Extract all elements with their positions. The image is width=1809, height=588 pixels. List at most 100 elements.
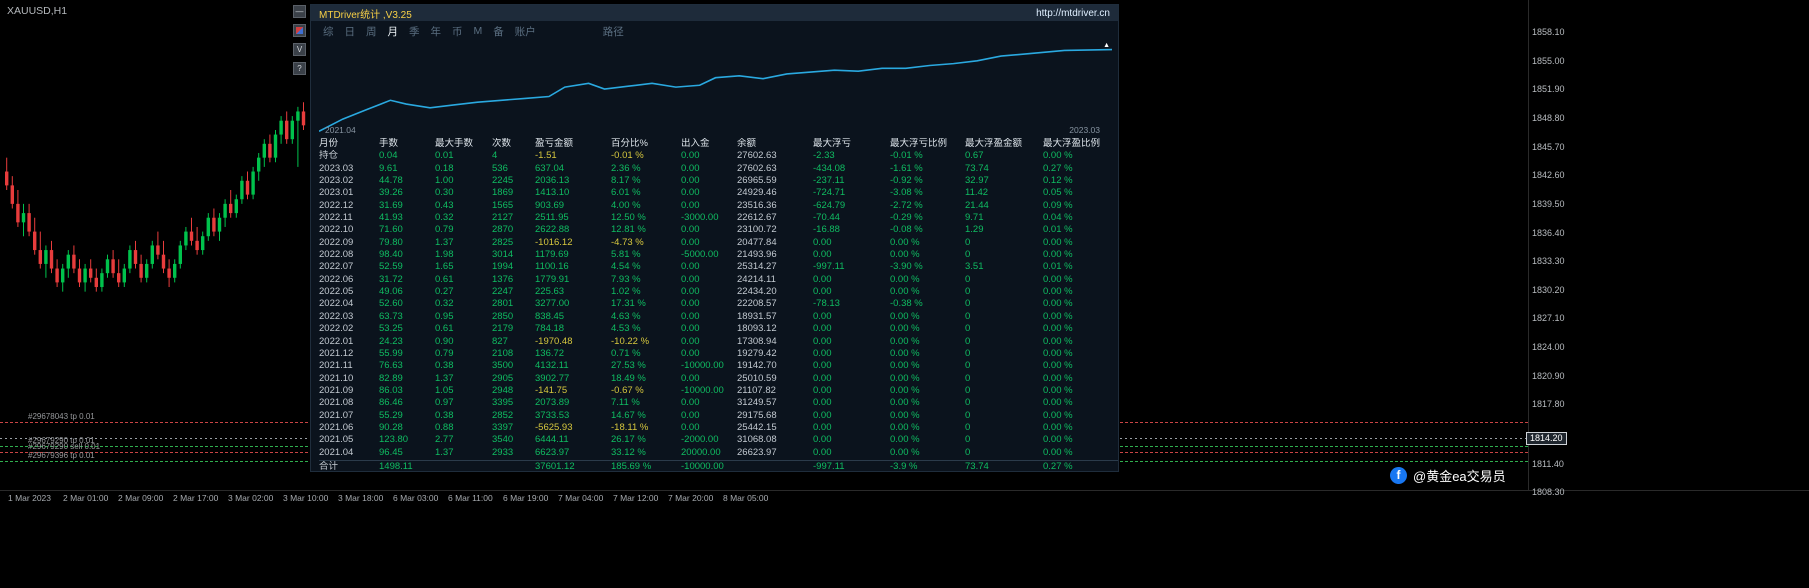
price-label: 1824.00: [1532, 342, 1565, 353]
mtdriver-logo-button[interactable]: [293, 24, 306, 37]
table-cell: 0: [965, 286, 971, 298]
panel-minimize-button[interactable]: —: [293, 5, 306, 18]
table-row: 2023.03 9.61 0.18 536 637.04 2.36 % 0.00 27602.…: [319, 163, 1118, 175]
price-scale: 1814.20 1858.10 1855.00 1851.90 1848.80 1845…: [1526, 0, 1602, 505]
panel-titlebar[interactable]: MTDriver统计 ,V3.25 http://mtdriver.cn: [311, 5, 1118, 21]
table-cell: 0.00 %: [890, 236, 920, 248]
tab-备[interactable]: 备: [493, 24, 504, 39]
table-row: 2022.11 41.93 0.32 2127 2511.95 12.50 % -3000.…: [319, 212, 1118, 224]
table-cell: -724.71: [813, 187, 846, 199]
time-label: 1 Mar 2023: [8, 493, 51, 503]
price-label: 1836.40: [1532, 227, 1565, 238]
table-cell: 0: [965, 360, 971, 372]
table-cell: 784.18: [535, 323, 565, 335]
table-cell: 2022.12: [319, 199, 354, 211]
table-cell: 6444.11: [535, 434, 569, 446]
table-cell: 25010.59: [737, 372, 777, 384]
time-axis: 1 Mar 2023 2 Mar 01:00 2 Mar 09:00 2 Mar 17…: [0, 493, 1530, 507]
tab-日[interactable]: 日: [345, 24, 356, 39]
table-cell: 0.00: [813, 323, 832, 335]
table-cell: 44.78: [379, 175, 403, 187]
table-cell: 19279.42: [737, 347, 777, 359]
table-cell: -0.29 %: [890, 212, 923, 224]
table-cell: 2127: [492, 212, 514, 224]
table-cell: 0.00 %: [1043, 372, 1073, 384]
table-cell: 2022.01: [319, 335, 354, 347]
table-cell: 0.00: [681, 199, 700, 211]
price-label: 1833.30: [1532, 256, 1565, 267]
table-cell: 0.00: [681, 162, 700, 174]
table-cell: 5.81 %: [611, 249, 641, 261]
table-cell: 71.60: [379, 224, 403, 236]
table-cell: 0: [965, 249, 971, 261]
table-cell: 90.28: [379, 421, 403, 433]
table-cell: 76.63: [379, 360, 403, 372]
table-row: 2021.10 82.89 1.37 2905 3902.77 18.49 % 0.00 25…: [319, 373, 1118, 385]
table-cell: 2021.11: [319, 360, 353, 372]
ea-button-strip: — V?: [293, 5, 306, 75]
time-label: 3 Mar 10:00: [283, 493, 329, 503]
tab-月[interactable]: 月: [388, 24, 399, 39]
table-row: 2021.04 96.45 1.37 2933 6623.97 33.12 % 20000.…: [319, 447, 1118, 459]
tab-path[interactable]: 路径: [603, 24, 624, 39]
tab-综[interactable]: 综: [323, 24, 334, 39]
column-header: 最大浮盈比例: [1043, 138, 1101, 149]
table-row: 2021.09 86.03 1.05 2948 -141.75 -0.67 % -10000…: [319, 385, 1118, 397]
tab-周[interactable]: 周: [366, 24, 377, 39]
tab-年[interactable]: 年: [431, 24, 442, 39]
table-cell: 27602.63: [737, 150, 777, 162]
tab-M[interactable]: M: [474, 25, 483, 37]
table-cell: 0.88: [435, 421, 454, 433]
tab-季[interactable]: 季: [409, 24, 420, 39]
table-cell: 0: [965, 310, 971, 322]
table-cell: 29175.68: [737, 409, 777, 421]
table-cell: 3733.53: [535, 409, 570, 421]
table-cell: 225.63: [535, 286, 565, 298]
table-cell: 0.00 %: [890, 397, 920, 409]
panel-url-link[interactable]: http://mtdriver.cn: [1036, 8, 1110, 19]
panel-help-button[interactable]: ?: [293, 62, 306, 75]
table-row: 2021.06 90.28 0.88 3397 -5625.93 -18.11 % 0.00…: [319, 422, 1118, 434]
table-row: 2022.12 31.69 0.43 1565 903.69 4.00 % 0.00 2351…: [319, 200, 1118, 212]
table-cell: 26965.59: [737, 175, 777, 187]
equity-start-label: 2021.04: [325, 125, 356, 135]
table-cell: 0.00 %: [1043, 434, 1073, 446]
equity-curve: [319, 42, 1112, 136]
table-cell: 0.27: [435, 286, 454, 298]
table-cell: 0.00: [681, 224, 700, 236]
price-label: 1851.90: [1532, 84, 1565, 95]
table-cell: 55.29: [379, 409, 403, 421]
table-cell: 0.00: [681, 372, 700, 384]
table-cell: 2036.13: [535, 175, 570, 187]
table-cell: 2850: [492, 310, 514, 322]
table-cell: 18931.57: [737, 310, 777, 322]
table-cell: -18.11 %: [611, 421, 649, 433]
table-cell: -10000.00: [681, 460, 724, 472]
column-header: 最大浮亏: [813, 138, 852, 149]
scroll-arrow-icon[interactable]: ▲: [1103, 42, 1110, 49]
panel-tabs: 综日周月季年币 M 备账户 路径: [311, 21, 1118, 41]
table-cell: 0.79: [435, 224, 454, 236]
tab-账户[interactable]: 账户: [515, 24, 536, 39]
table-cell: 0.00 %: [890, 249, 920, 261]
table-cell: -997.11: [813, 460, 845, 472]
table-cell: 827: [492, 335, 508, 347]
table-cell: 1.37: [435, 372, 454, 384]
table-cell: -2.33: [813, 150, 835, 162]
table-cell: 2021.06: [319, 421, 354, 433]
table-cell: 0.00: [813, 335, 832, 347]
table-cell: 52.60: [379, 298, 403, 310]
table-cell: 0.00 %: [890, 360, 920, 372]
table-cell: 0.00 %: [890, 384, 920, 396]
time-label: 2 Mar 09:00: [118, 493, 164, 503]
panel-collapse-button[interactable]: V: [293, 43, 306, 56]
tab-币[interactable]: 币: [452, 24, 463, 39]
table-row: 2022.04 52.60 0.32 2801 3277.00 17.31 % 0.00 22…: [319, 298, 1118, 310]
table-cell: 0: [965, 273, 971, 285]
table-cell: 2801: [492, 298, 514, 310]
time-label: 6 Mar 19:00: [503, 493, 549, 503]
table-row: 2021.07 55.29 0.38 2852 3733.53 14.67 % 0.00 29…: [319, 410, 1118, 422]
table-cell: 3395: [492, 397, 514, 409]
table-cell: 55.99: [379, 347, 403, 359]
table-cell: 1779.91: [535, 273, 570, 285]
